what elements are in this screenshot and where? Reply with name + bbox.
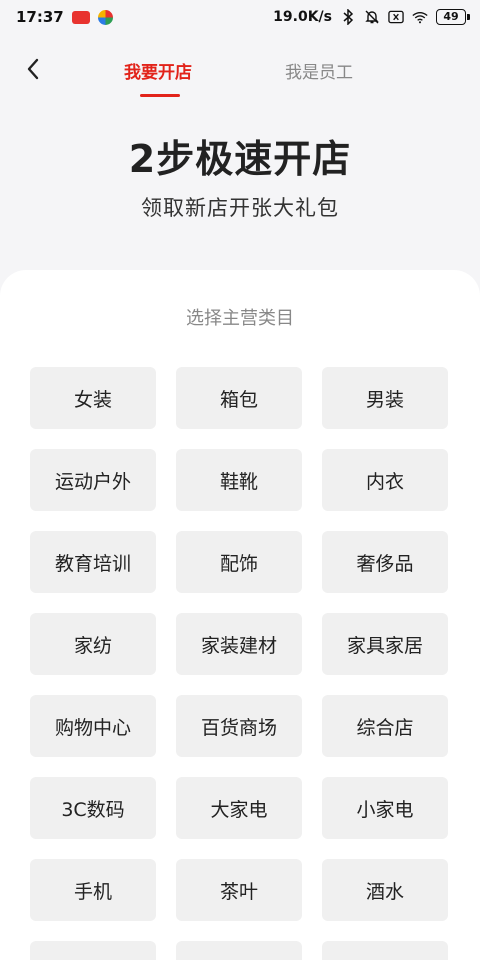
category-button[interactable]: 奢侈品 [322, 531, 448, 593]
category-button[interactable]: 家具家居 [322, 613, 448, 675]
category-button[interactable]: 箱包 [176, 367, 302, 429]
hero-title: 2步极速开店 [128, 137, 352, 181]
category-button[interactable]: 配饰 [176, 531, 302, 593]
status-right: 19.0K/s 49 [273, 9, 470, 25]
category-button[interactable]: 家纺 [30, 613, 156, 675]
app-badge-icon [71, 10, 90, 24]
app-colorful-icon [97, 9, 113, 25]
category-grid: 女装 箱包 男装 运动户外 鞋靴 内衣 教育培训 配饰 奢侈品 家纺 家装建材 … [30, 367, 448, 960]
close-box-icon [388, 9, 404, 25]
category-button[interactable]: 家装建材 [176, 613, 302, 675]
category-button[interactable]: 综合店 [322, 695, 448, 757]
category-button[interactable]: 3C数码 [30, 777, 156, 839]
category-card: 选择主营类目 女装 箱包 男装 运动户外 鞋靴 内衣 教育培训 配饰 奢侈品 家… [0, 270, 480, 960]
category-button[interactable]: 运动户外 [30, 449, 156, 511]
category-button[interactable]: 教育培训 [30, 531, 156, 593]
category-button[interactable]: 茶叶 [176, 859, 302, 921]
tab-staff[interactable]: 我是员工 [285, 58, 353, 83]
category-button[interactable] [30, 941, 156, 960]
status-bar: 17:37 19.0K/s 49 [0, 0, 480, 34]
category-button[interactable]: 男装 [322, 367, 448, 429]
hero-subtitle: 领取新店开张大礼包 [141, 196, 339, 220]
category-button[interactable]: 购物中心 [30, 695, 156, 757]
category-button[interactable]: 内衣 [322, 449, 448, 511]
category-button[interactable]: 大家电 [176, 777, 302, 839]
status-time: 17:37 [16, 8, 64, 26]
category-button[interactable]: 小家电 [322, 777, 448, 839]
top-navigation: 我要开店 我是员工 [0, 34, 480, 104]
tab-open-store[interactable]: 我要开店 [124, 58, 192, 83]
category-card-title: 选择主营类目 [186, 308, 294, 329]
bluetooth-icon [340, 9, 356, 25]
category-button[interactable]: 女装 [30, 367, 156, 429]
battery-icon: 49 [436, 9, 470, 25]
chevron-left-icon [27, 58, 39, 80]
active-tab-indicator [140, 94, 180, 97]
wifi-icon [412, 9, 428, 25]
category-button[interactable] [176, 941, 302, 960]
mute-bell-icon [364, 9, 380, 25]
status-left: 17:37 [16, 8, 113, 26]
category-button[interactable]: 百货商场 [176, 695, 302, 757]
back-button[interactable] [18, 54, 48, 84]
category-button[interactable] [322, 941, 448, 960]
category-button[interactable]: 酒水 [322, 859, 448, 921]
category-button[interactable]: 手机 [30, 859, 156, 921]
network-speed: 19.0K/s [273, 9, 332, 25]
category-button[interactable]: 鞋靴 [176, 449, 302, 511]
